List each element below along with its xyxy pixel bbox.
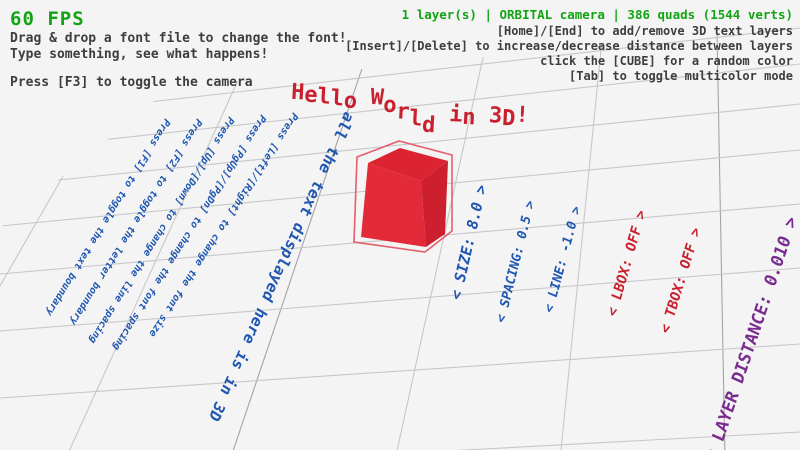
help-layers: [Home]/[End] to add/remove 3D text layer… bbox=[497, 24, 793, 38]
instruction-drag-drop: Drag & drop a font file to change the fo… bbox=[10, 31, 347, 46]
cube[interactable] bbox=[340, 130, 470, 265]
help-distance: [Insert]/[Delete] to increase/decrease d… bbox=[345, 39, 793, 53]
fps-counter: 60 FPS bbox=[10, 8, 85, 30]
help-cube-color: click the [CUBE] for a random color bbox=[540, 54, 793, 68]
app-viewport: Press [F1] to toggle the text boundary P… bbox=[0, 0, 800, 450]
instruction-camera: Press [F3] to toggle the camera bbox=[10, 75, 253, 90]
render-stats: 1 layer(s) | ORBITAL camera | 386 quads … bbox=[402, 7, 793, 22]
cube-wireframe-edge bbox=[354, 157, 357, 242]
help-multicolor: [Tab] to toggle multicolor mode bbox=[569, 69, 793, 83]
instruction-type: Type something, see what happens! bbox=[10, 47, 268, 62]
